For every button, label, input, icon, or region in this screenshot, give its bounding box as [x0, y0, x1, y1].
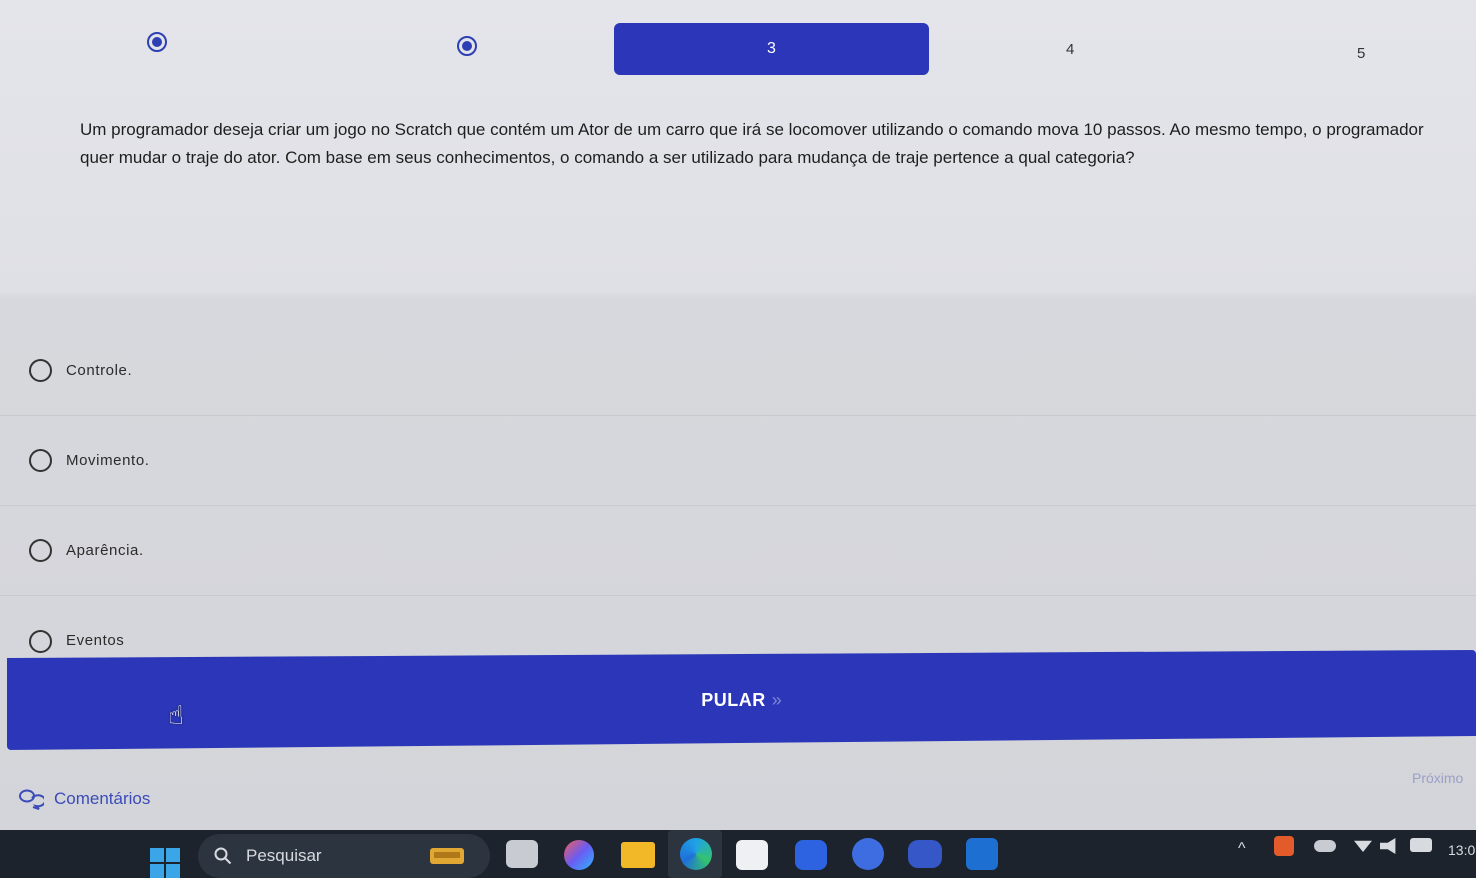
option-eventos[interactable]: Eventos [0, 596, 1476, 656]
double-chevron-right-icon: » [771, 689, 782, 710]
search-icon [214, 847, 232, 865]
taskbar-search-input[interactable]: Pesquisar [198, 834, 490, 878]
quiz-page: 3 4 5 Um programador deseja criar um jog… [0, 0, 1476, 830]
option-movimento[interactable]: Movimento. [0, 416, 1476, 506]
clock[interactable]: 13:0 [1448, 842, 1475, 858]
step-5[interactable]: 5 [1357, 45, 1365, 62]
step-4[interactable]: 4 [1066, 41, 1074, 58]
option-label: Controle. [66, 362, 133, 379]
cloud-icon[interactable] [1314, 840, 1336, 852]
search-placeholder: Pesquisar [246, 846, 322, 865]
option-label: Aparência. [66, 542, 144, 559]
step-1-completed-icon[interactable] [147, 32, 167, 52]
next-link[interactable]: Próximo [1412, 770, 1463, 786]
step-current-label: 3 [767, 40, 776, 57]
copilot-icon[interactable] [564, 840, 594, 870]
phone-link-icon[interactable] [908, 840, 942, 868]
option-label: Movimento. [66, 452, 150, 469]
app-tray-icon[interactable] [1274, 836, 1294, 856]
widget-couch-icon[interactable] [420, 840, 474, 870]
comments-label: Comentários [54, 789, 151, 808]
hand-cursor-icon: ☝ [168, 700, 184, 730]
option-controle[interactable]: Controle. [0, 326, 1476, 416]
question-text: Um programador deseja criar um jogo no S… [80, 120, 1424, 167]
edge-browser-icon[interactable] [680, 838, 712, 870]
chevron-up-icon[interactable]: ^ [1238, 840, 1246, 858]
skip-button[interactable]: PULAR » [7, 650, 1476, 750]
task-view-icon[interactable] [506, 840, 538, 868]
outlook-icon[interactable] [966, 838, 998, 870]
radio-icon[interactable] [29, 539, 52, 562]
wifi-icon[interactable] [1354, 840, 1372, 852]
battery-icon[interactable] [1410, 838, 1432, 852]
comments-link[interactable]: Comentários [18, 788, 150, 810]
skip-label: PULAR [701, 689, 766, 710]
windows-start-icon[interactable] [150, 848, 180, 878]
step-2-completed-icon[interactable] [457, 36, 477, 56]
radio-icon[interactable] [29, 449, 52, 472]
radio-icon[interactable] [29, 630, 52, 653]
chat-bubbles-icon [19, 789, 44, 810]
volume-icon[interactable] [1380, 838, 1396, 854]
store-icon[interactable] [736, 840, 768, 870]
step-current[interactable]: 3 [614, 23, 929, 75]
settings-app-icon[interactable] [852, 838, 884, 870]
option-aparencia[interactable]: Aparência. [0, 506, 1476, 596]
option-label: Eventos [66, 632, 125, 649]
taskbar: Pesquisar ^ 13:0 [0, 830, 1476, 878]
teams-icon[interactable] [795, 840, 827, 870]
step-indicator: 3 4 5 [0, 0, 1476, 90]
radio-icon[interactable] [29, 359, 52, 382]
file-explorer-icon[interactable] [621, 842, 655, 868]
